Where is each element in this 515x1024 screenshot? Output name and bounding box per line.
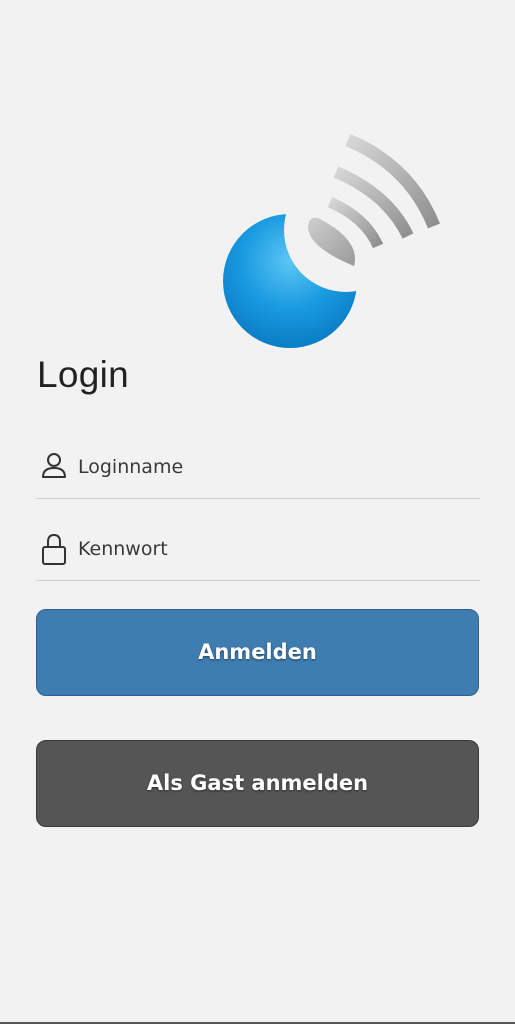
password-input[interactable]: [78, 533, 468, 565]
password-field[interactable]: [36, 511, 480, 581]
guest-login-button[interactable]: Als Gast anmelden: [36, 740, 479, 827]
lock-icon: [40, 532, 68, 566]
login-button[interactable]: Anmelden: [36, 609, 479, 696]
app-logo: [218, 128, 448, 358]
username-input[interactable]: [78, 451, 468, 483]
username-field[interactable]: [36, 429, 480, 499]
page-title: Login: [37, 354, 130, 395]
user-icon: [40, 450, 68, 484]
